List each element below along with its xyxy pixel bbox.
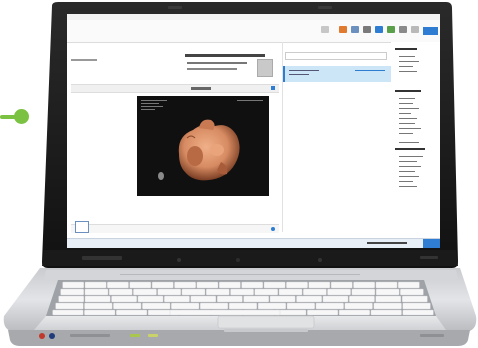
keyboard-key [370,309,402,316]
keyboard-key [116,309,148,316]
keyboard-key [330,281,353,289]
keyboard-key [62,281,84,289]
keyboard-key [315,302,344,310]
ribbon-button-icon[interactable] [351,26,359,33]
ribbon-button-icon[interactable] [411,26,419,33]
keyboard-key [373,302,402,310]
keyboard-key [402,295,428,303]
keyboard-key [286,281,308,289]
keyboard-key [171,302,200,310]
message-recipient [187,68,237,70]
keyboard-key [137,295,164,303]
keyboard-key [263,281,286,289]
file-tab[interactable] [423,27,438,35]
keyboard-key [228,302,258,310]
keyboard-key [241,281,264,289]
keyboard-key [84,281,107,289]
keyboard-key [58,295,84,303]
folder-pane [391,42,440,232]
keyboard-key [296,295,322,303]
keyboard-key [151,281,174,289]
keyboard-key [84,309,116,316]
keyboard-key [133,288,157,296]
keyboard-key [308,281,331,289]
email-screen [67,14,440,248]
keyboard-key [353,281,375,289]
keyboard-key [230,288,254,296]
attachment-bar[interactable] [71,84,279,93]
keyboard-key [190,295,217,303]
keyboard-key [269,295,296,303]
keyboard-key [349,295,375,303]
keyboard-key [181,288,206,296]
ribbon-toolbar [67,20,440,43]
keyboard-key [327,288,351,296]
keyboard-key [398,281,420,289]
keyboard-key [60,288,84,296]
keyboard-key [338,309,370,316]
message-sender [187,62,247,64]
keyboard-key [174,281,196,289]
keyboard-key [142,302,171,310]
keyboard-key [84,288,109,296]
keyboard-key [257,302,287,310]
keyboard-key [55,302,84,310]
avatar [257,59,273,77]
message-date [71,59,97,61]
keyboard-key [254,288,278,296]
keyboard-key [375,281,398,289]
reply-bar[interactable] [71,221,279,233]
keyboard-key [52,309,84,316]
keyboard-key [402,309,434,316]
keyboard-key [164,295,190,303]
keyboard-key [111,295,137,303]
ribbon-button-icon[interactable] [387,26,395,33]
spacebar-key [169,309,281,316]
ultrasound-image[interactable] [137,96,269,196]
keyboard-key [375,288,400,296]
fetus-render [158,119,240,181]
keyboard-key [322,295,349,303]
keyboard-key [344,302,373,310]
keyboard-key [157,288,181,296]
keyboard-key [243,295,270,303]
keyboard-key [129,281,152,289]
keyboard-key [218,281,241,289]
keyboard-key [205,288,230,296]
keyboard-key [196,281,219,289]
keyboard-key [107,281,129,289]
ribbon-button-icon[interactable] [399,26,407,33]
ribbon-button-icon[interactable] [339,26,347,33]
status-indicator [423,239,440,248]
keyboard-key [108,288,133,296]
ribbon-button-icon[interactable] [321,26,329,33]
keyboard-key [199,302,229,310]
touchpad [217,315,315,329]
keyboard-key [351,288,376,296]
keyboard-key [278,288,303,296]
keyboard-key [400,288,424,296]
keyboard-key [216,295,243,303]
keyboard-key [113,302,142,310]
keyboard-key [84,302,113,310]
keyboard-key [402,302,431,310]
ribbon-button-icon[interactable] [363,26,371,33]
keyboard-key [307,309,339,316]
keyboard-key [303,288,327,296]
ribbon-button-icon[interactable] [375,26,383,33]
search-input[interactable] [285,52,387,60]
keyboard-key [375,295,402,303]
status-bar [67,238,440,248]
keyboard-key [286,302,315,310]
list-item-selected[interactable] [283,66,391,82]
laptop-scene [0,0,478,348]
keyboard-key [84,295,111,303]
message-subject [185,54,265,57]
